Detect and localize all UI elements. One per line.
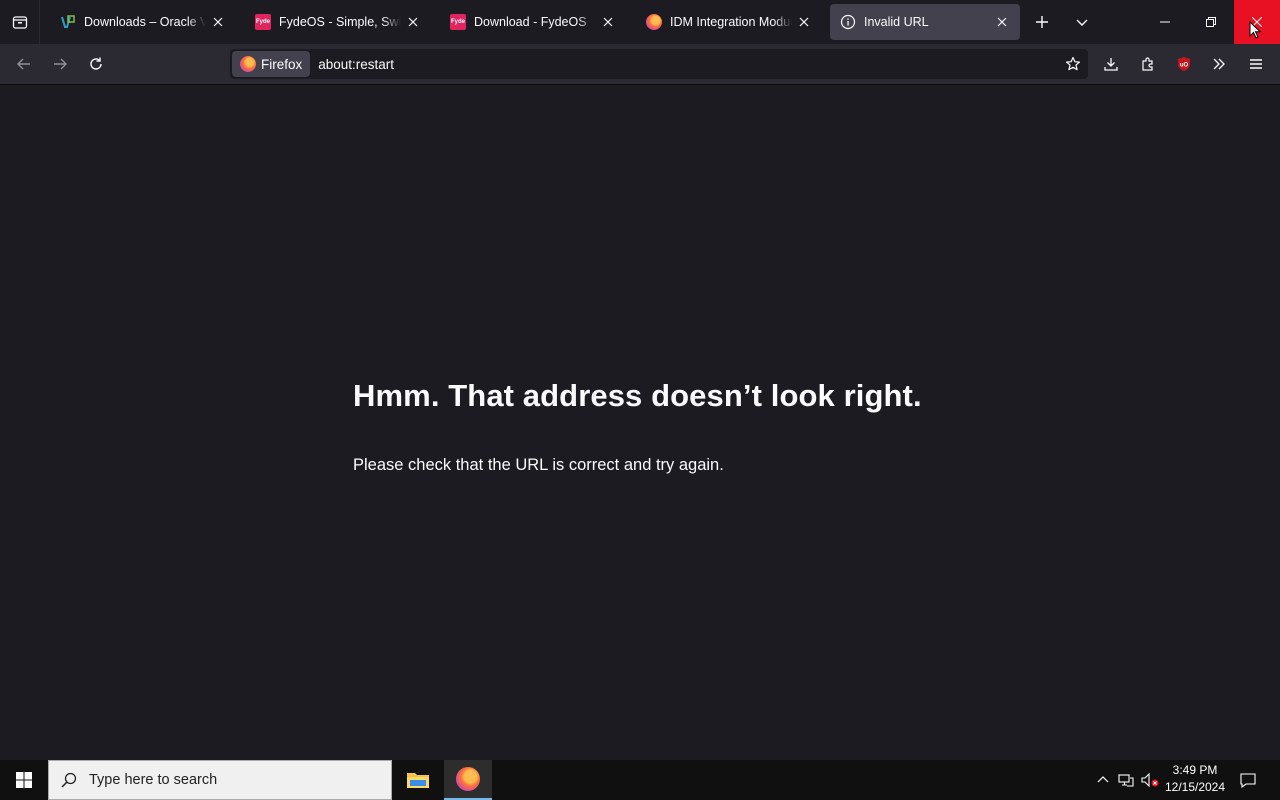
show-hidden-icons-button[interactable] <box>1094 760 1112 800</box>
forward-button[interactable] <box>45 49 75 79</box>
plus-icon <box>1036 16 1048 28</box>
ublock-shield-icon: uO <box>1178 57 1190 71</box>
list-all-tabs-button[interactable] <box>1068 8 1096 36</box>
download-icon <box>1104 58 1118 71</box>
search-placeholder: Type here to search <box>89 772 218 788</box>
network-icon <box>1118 774 1134 787</box>
page-content: Hmm. That address doesn’t look right. Pl… <box>0 85 1280 760</box>
tab-fydeos-home[interactable]: Fyde FydeOS - Simple, Swift, and Secure <box>245 4 431 40</box>
windows-taskbar: Type here to search 3:49 PM 12/15/2024 <box>0 760 1280 800</box>
downloads-button[interactable] <box>1096 49 1126 79</box>
extensions-button[interactable] <box>1133 49 1163 79</box>
back-arrow-icon <box>17 58 30 70</box>
app-menu-button[interactable] <box>1241 49 1271 79</box>
restore-button[interactable] <box>1188 0 1234 44</box>
reload-button[interactable] <box>81 49 111 79</box>
tab-strip: Downloads – Oracle VirtualBox Fyde FydeO… <box>0 0 1280 44</box>
reload-icon <box>90 57 102 70</box>
restore-icon <box>1206 17 1216 27</box>
start-button[interactable] <box>0 760 48 800</box>
taskbar-search-box[interactable]: Type here to search <box>48 760 392 800</box>
tab-fydeos-download[interactable]: Fyde Download - FydeOS <box>440 4 626 40</box>
minimize-button[interactable] <box>1142 0 1188 44</box>
close-tab-icon[interactable] <box>405 14 421 30</box>
firefox-icon <box>456 767 480 791</box>
close-tab-icon[interactable] <box>796 14 812 30</box>
firefox-icon <box>240 56 256 72</box>
network-tray-button[interactable] <box>1116 760 1136 800</box>
taskbar-clock[interactable]: 3:49 PM 12/15/2024 <box>1160 762 1230 796</box>
minimize-icon <box>1160 21 1170 23</box>
virtualbox-icon <box>60 14 76 30</box>
folder-icon <box>407 773 429 788</box>
new-tab-button[interactable] <box>1028 8 1056 36</box>
clock-date: 12/15/2024 <box>1164 780 1226 794</box>
chevron-down-icon <box>1076 19 1088 26</box>
tab-invalid-url[interactable]: Invalid URL <box>830 4 1020 40</box>
navigation-toolbar: Firefox about:restart uO <box>0 44 1280 85</box>
chevron-up-icon <box>1097 776 1109 783</box>
identity-box[interactable]: Firefox <box>232 51 311 77</box>
close-tab-icon[interactable] <box>994 14 1010 30</box>
firefox-taskbar-button[interactable] <box>444 760 492 800</box>
firefox-icon <box>646 14 662 30</box>
close-tab-icon[interactable] <box>600 14 616 30</box>
forward-arrow-icon <box>54 58 67 70</box>
tab-title: Invalid URL <box>864 15 929 29</box>
overflow-menu-button[interactable] <box>1204 49 1234 79</box>
fydeos-icon: Fyde <box>450 14 466 30</box>
mouse-cursor-icon <box>1249 21 1261 39</box>
error-title: Hmm. That address doesn’t look right. <box>353 378 922 413</box>
volume-tray-button[interactable] <box>1140 760 1160 800</box>
puzzle-icon <box>1142 57 1153 71</box>
tab-title: IDM Integration Module – Firefox <box>670 15 792 29</box>
double-chevron-right-icon <box>1213 58 1225 70</box>
info-icon <box>840 14 856 30</box>
close-tab-icon[interactable] <box>210 14 226 30</box>
tab-title: Downloads – Oracle VirtualBox <box>84 15 206 29</box>
url-bar[interactable]: Firefox about:restart <box>230 49 1088 79</box>
clock-time: 3:49 PM <box>1172 763 1218 777</box>
bookmark-button[interactable] <box>1058 49 1088 79</box>
back-button[interactable] <box>9 49 39 79</box>
action-center-button[interactable] <box>1236 760 1260 800</box>
star-icon <box>1065 56 1081 71</box>
tab-virtualbox-downloads[interactable]: Downloads – Oracle VirtualBox <box>50 4 236 40</box>
fydeos-icon: Fyde <box>255 14 271 30</box>
tab-title: FydeOS - Simple, Swift, and Secure <box>279 15 401 29</box>
ublock-origin-button[interactable]: uO <box>1169 49 1199 79</box>
tab-title: Download - FydeOS <box>474 15 587 29</box>
windows-logo-icon <box>16 772 32 788</box>
firefox-view-button[interactable] <box>0 0 40 44</box>
url-input[interactable]: about:restart <box>318 57 394 72</box>
tab-idm-integration[interactable]: IDM Integration Module – Firefox <box>636 4 822 40</box>
identity-label: Firefox <box>261 56 303 72</box>
error-description: Please check that the URL is correct and… <box>353 456 724 474</box>
firefox-view-icon <box>12 16 27 29</box>
file-explorer-taskbar-button[interactable] <box>394 760 442 800</box>
speaker-muted-icon <box>1141 772 1159 788</box>
search-icon <box>49 772 89 788</box>
notification-icon <box>1240 773 1256 788</box>
svg-text:uO: uO <box>1180 63 1189 69</box>
hamburger-menu-icon <box>1250 59 1262 69</box>
